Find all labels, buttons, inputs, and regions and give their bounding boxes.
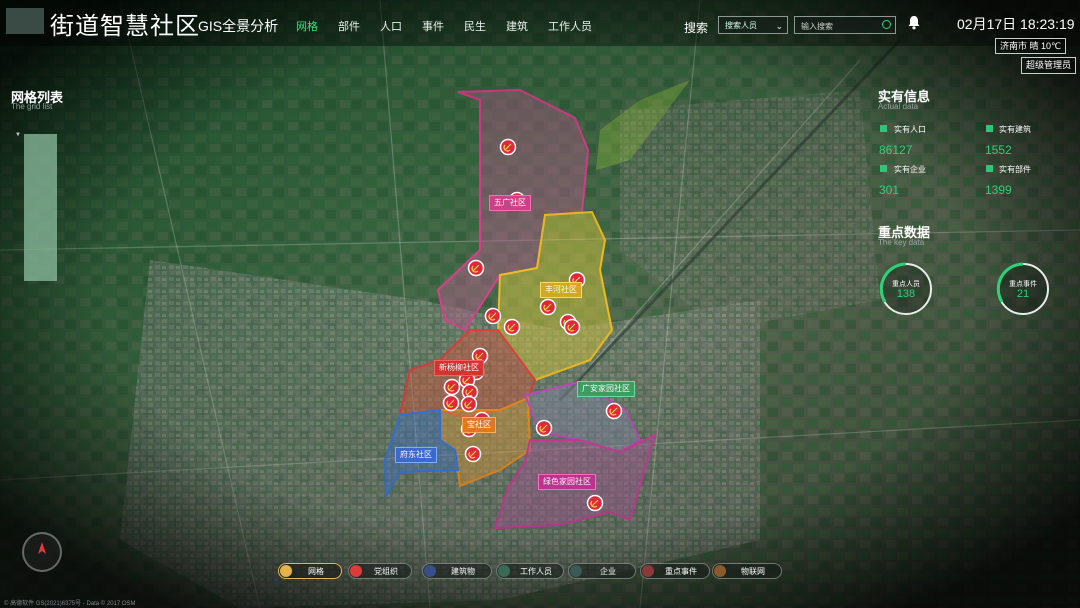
stat-building-label: 实有建筑 <box>999 125 1031 134</box>
enterprise-icon <box>880 165 887 172</box>
stat-population-label: 实有人口 <box>894 125 926 134</box>
party-emblem-icon[interactable] <box>442 394 460 412</box>
district-label[interactable]: 宝社区 <box>462 417 496 433</box>
layer-label: 网格 <box>308 567 324 576</box>
stat-component-label: 实有部件 <box>999 165 1031 174</box>
weather-badge: 济南市 晴 10℃ <box>995 38 1067 54</box>
district-label[interactable]: 丰河社区 <box>540 282 582 298</box>
person-icon <box>498 565 510 577</box>
grid-layer-icon <box>280 565 292 577</box>
layer-toggle-enterprise[interactable]: 企业 <box>568 563 636 579</box>
party-emblem-icon[interactable] <box>503 318 521 336</box>
search-icon[interactable] <box>882 20 891 29</box>
search-label: 搜索 <box>684 21 709 35</box>
building-layer-icon <box>424 565 436 577</box>
building-icon <box>986 125 993 132</box>
key-data-subtitle: The key data <box>878 238 925 247</box>
party-emblem-icon[interactable] <box>467 259 485 277</box>
layer-toggle-buildings[interactable]: 建筑物 <box>422 563 492 579</box>
layer-label: 重点事件 <box>665 567 697 576</box>
stat-component-value: 1399 <box>985 183 1012 197</box>
party-emblem-icon[interactable] <box>539 298 557 316</box>
map-copyright: © 高德软件 GS(2021)6375号 - Data © 2017 OSM <box>4 601 136 607</box>
key-persons-value: 138 <box>896 288 916 300</box>
party-emblem-icon[interactable] <box>460 395 478 413</box>
header: 街道智慧社区 GIS全景分析 网格 部件 人口 事件 民生 建筑 工作人员 搜索… <box>0 0 1080 46</box>
party-emblem-icon[interactable] <box>484 307 502 325</box>
nav-tab-components[interactable]: 部件 <box>338 18 360 34</box>
party-emblem-icon[interactable] <box>499 138 517 156</box>
user-role-badge[interactable]: 超级管理员 <box>1021 57 1077 74</box>
nav-tab-buildings[interactable]: 建筑 <box>506 18 528 34</box>
layer-label: 建筑物 <box>451 567 475 576</box>
enterprise-layer-icon <box>570 565 582 577</box>
bell-icon[interactable] <box>907 15 921 30</box>
stat-population-value: 86127 <box>879 143 913 157</box>
stat-enterprise-label: 实有企业 <box>894 165 926 174</box>
layer-label: 企业 <box>600 567 616 576</box>
party-emblem-icon[interactable] <box>443 378 461 396</box>
grid-list-panel[interactable] <box>24 134 57 281</box>
key-events-value: 21 <box>1016 288 1030 300</box>
component-icon <box>986 165 993 172</box>
layer-label: 党组织 <box>374 567 398 576</box>
district-label[interactable]: 五广社区 <box>489 195 531 211</box>
event-layer-icon <box>642 565 654 577</box>
search-input[interactable] <box>799 18 883 34</box>
collapse-arrow-icon[interactable]: ▼ <box>15 132 21 138</box>
grid-list-subtitle: The grid list <box>11 102 53 111</box>
party-emblem-icon[interactable] <box>464 445 482 463</box>
district-label[interactable]: 新杨柳社区 <box>434 360 484 376</box>
key-events-gauge[interactable]: 重点事件 21 <box>995 261 1051 317</box>
party-emblem-icon[interactable] <box>605 402 623 420</box>
key-persons-gauge[interactable]: 重点人员 138 <box>878 261 934 317</box>
actual-info-subtitle: Actual data <box>878 102 919 111</box>
layer-toggle-iot[interactable]: 物联网 <box>712 563 782 579</box>
party-emblem-icon[interactable] <box>535 419 553 437</box>
nav-tab-events[interactable]: 事件 <box>422 18 444 34</box>
party-emblem-icon <box>350 565 362 577</box>
nav-tab-population[interactable]: 人口 <box>380 18 402 34</box>
search-type-select[interactable]: 搜索人员 ⌄ <box>718 16 788 34</box>
chevron-down-icon: ⌄ <box>775 21 783 31</box>
district-label[interactable]: 府东社区 <box>395 447 437 463</box>
layer-toggle-party[interactable]: 党组织 <box>348 563 412 579</box>
app-title: 街道智慧社区 <box>50 13 200 40</box>
layer-toggle-staff[interactable]: 工作人员 <box>496 563 564 579</box>
stat-building-value: 1552 <box>985 143 1012 157</box>
stat-enterprise-value: 301 <box>879 183 900 197</box>
datetime: 02月17日 18:23:19 <box>957 16 1075 32</box>
compass-icon[interactable] <box>22 532 62 572</box>
nav-tab-grid[interactable]: 网格 <box>296 18 318 34</box>
district-label[interactable]: 绿色家园社区 <box>538 474 596 490</box>
party-emblem-icon[interactable] <box>563 318 581 336</box>
logo-placeholder <box>6 8 44 34</box>
search-type-value: 搜索人员 <box>725 21 757 30</box>
layer-label: 物联网 <box>741 567 765 576</box>
page-subtitle: GIS全景分析 <box>198 18 279 34</box>
party-emblem-icon[interactable] <box>586 494 604 512</box>
layer-toggle-key-events[interactable]: 重点事件 <box>640 563 710 579</box>
layer-label: 工作人员 <box>520 567 552 576</box>
layer-toggle-grid[interactable]: 网格 <box>278 563 342 579</box>
nav-tab-livelihood[interactable]: 民生 <box>464 18 486 34</box>
district-label[interactable]: 广安家园社区 <box>577 381 635 397</box>
main-nav: 网格 部件 人口 事件 民生 建筑 工作人员 <box>296 18 612 34</box>
nav-tab-staff[interactable]: 工作人员 <box>548 18 592 34</box>
iot-icon <box>714 565 726 577</box>
search-box <box>794 16 896 34</box>
population-icon <box>880 125 887 132</box>
